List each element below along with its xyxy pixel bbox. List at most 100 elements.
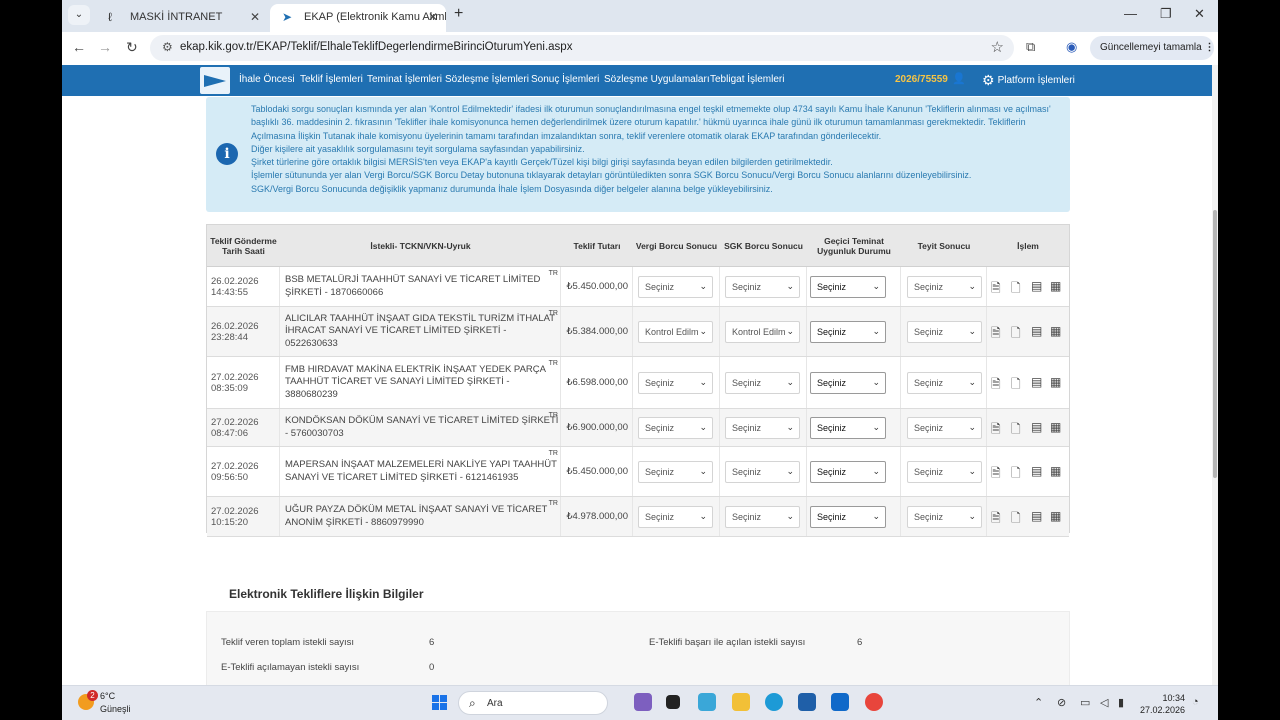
address-bar[interactable]: ⚙ ekap.kik.gov.tr/EKAP/Teklif/ElhaleTekl… (150, 35, 1014, 61)
file-explorer-icon[interactable] (732, 693, 750, 711)
debt-detail-icon[interactable]: ▦ (1050, 324, 1061, 338)
sgk-result-select[interactable]: Seçiniz ⌄ (725, 417, 800, 439)
task-view-icon[interactable] (666, 695, 680, 709)
menu-teminat-islemleri[interactable]: Teminat İşlemleri (367, 74, 442, 85)
edge-icon[interactable] (765, 693, 783, 711)
tab-search-button[interactable]: ⌄ (68, 5, 90, 25)
tab-ekap[interactable]: ➤ EKAP (Elektronik Kamu Alımları ✕ (270, 4, 446, 32)
close-icon[interactable]: ✕ (428, 10, 438, 24)
file-icon[interactable]: 🗋 (1011, 375, 1021, 396)
tab-maski[interactable]: ℓ MASKİ İNTRANET ✕ (96, 4, 268, 32)
display-icon[interactable]: ▭ (1080, 696, 1090, 709)
guarantee-select[interactable]: Seçiniz ⌄ (810, 276, 886, 298)
maximize-button[interactable]: ❐ (1160, 6, 1172, 22)
ekap-logo[interactable] (200, 67, 230, 94)
menu-ihale-oncesi[interactable]: İhale Öncesi (239, 74, 295, 85)
file-icon[interactable]: 🗋 (1011, 324, 1021, 345)
minimize-button[interactable]: — (1124, 6, 1137, 21)
store-icon[interactable] (798, 693, 816, 711)
battery-icon[interactable]: ▮ (1118, 696, 1124, 709)
widget-icon[interactable] (634, 693, 652, 711)
list-icon[interactable]: ▤ (1031, 279, 1042, 293)
menu-sonuc-islemleri[interactable]: Sonuç İşlemleri (531, 74, 599, 85)
list-icon[interactable]: ▤ (1031, 509, 1042, 523)
document-detail-icon[interactable]: 🗎 (991, 375, 1001, 396)
close-icon[interactable]: ✕ (250, 10, 260, 24)
back-button[interactable]: ← (72, 39, 86, 55)
menu-teklif-islemleri[interactable]: Teklif İşlemleri (300, 74, 363, 85)
sgk-result-select[interactable]: Kontrol Edilm ⌄ (725, 321, 800, 343)
guarantee-select[interactable]: Seçiniz ⌄ (810, 372, 886, 394)
debt-detail-icon[interactable]: ▦ (1050, 420, 1061, 434)
guarantee-select[interactable]: Seçiniz ⌄ (810, 461, 886, 483)
file-icon[interactable]: 🗋 (1011, 279, 1021, 300)
notification-icon[interactable]: ◔ (1192, 696, 1199, 708)
menu-sozlesme-islemleri[interactable]: Sözleşme İşlemleri (445, 74, 529, 85)
network-icon[interactable]: ⊘ (1057, 696, 1066, 709)
tab-strip: ⌄ ℓ MASKİ İNTRANET ✕ ➤ EKAP (Elektronik … (62, 0, 1218, 32)
weather-desc[interactable]: Güneşli (100, 704, 131, 714)
document-detail-icon[interactable]: 🗎 (991, 420, 1001, 441)
sgk-result-select[interactable]: Seçiniz ⌄ (725, 506, 800, 528)
confirm-select[interactable]: Seçiniz ⌄ (907, 372, 982, 394)
volume-icon[interactable]: ◁ (1100, 696, 1108, 709)
debt-detail-icon[interactable]: ▦ (1050, 279, 1061, 293)
tax-result-select[interactable]: Seçiniz ⌄ (638, 417, 713, 439)
tax-result-select[interactable]: Seçiniz ⌄ (638, 372, 713, 394)
temperature[interactable]: 6°C (100, 691, 115, 701)
sgk-result-select[interactable]: Seçiniz ⌄ (725, 372, 800, 394)
user-icon[interactable]: 👤 (952, 72, 966, 85)
file-icon[interactable]: 🗋 (1011, 509, 1021, 530)
file-icon[interactable]: 🗋 (1011, 420, 1021, 441)
debt-detail-icon[interactable]: ▦ (1050, 509, 1061, 523)
guarantee-select[interactable]: Seçiniz ⌄ (810, 321, 886, 343)
start-icon[interactable] (432, 695, 448, 711)
tax-result-select[interactable]: Kontrol Edilm ⌄ (638, 321, 713, 343)
list-icon[interactable]: ▤ (1031, 324, 1042, 338)
ikn-number[interactable]: 2026/75559 (895, 74, 948, 85)
document-detail-icon[interactable]: 🗎 (991, 324, 1001, 345)
clock[interactable]: 10:34 27.02.2026 (1130, 692, 1185, 716)
outlook-icon[interactable] (831, 693, 849, 711)
taskbar-search[interactable]: ⌕ Ara (458, 691, 608, 715)
list-icon[interactable]: ▤ (1031, 420, 1042, 434)
list-icon[interactable]: ▤ (1031, 464, 1042, 478)
sgk-result-select[interactable]: Seçiniz ⌄ (725, 276, 800, 298)
tax-result-select[interactable]: Seçiniz ⌄ (638, 276, 713, 298)
bookmark-star-icon[interactable]: ☆ (991, 38, 1004, 56)
profile-icon[interactable]: ◉ (1066, 39, 1077, 55)
copilot-icon[interactable] (698, 693, 716, 711)
confirm-select[interactable]: Seçiniz ⌄ (907, 321, 982, 343)
tax-result-select[interactable]: Seçiniz ⌄ (638, 461, 713, 483)
menu-sozlesme-uygulamalari[interactable]: Sözleşme Uygulamaları (604, 74, 710, 85)
file-icon[interactable]: 🗋 (1011, 464, 1021, 485)
confirm-select[interactable]: Seçiniz ⌄ (907, 417, 982, 439)
forward-button[interactable]: → (98, 39, 112, 55)
reload-button[interactable]: ↻ (126, 39, 138, 56)
confirm-select[interactable]: Seçiniz ⌄ (907, 276, 982, 298)
tax-result-select[interactable]: Seçiniz ⌄ (638, 506, 713, 528)
confirm-select[interactable]: Seçiniz ⌄ (907, 461, 982, 483)
page-scrollbar[interactable] (1212, 65, 1218, 685)
confirm-select[interactable]: Seçiniz ⌄ (907, 506, 982, 528)
document-detail-icon[interactable]: 🗎 (991, 279, 1001, 300)
menu-tebligat-islemleri[interactable]: Tebligat İşlemleri (710, 74, 784, 85)
info-paragraph: Tablodaki sorgu sonuçları kısmında yer a… (251, 104, 1051, 141)
sgk-result-select[interactable]: Seçiniz ⌄ (725, 461, 800, 483)
debt-detail-icon[interactable]: ▦ (1050, 464, 1061, 478)
debt-detail-icon[interactable]: ▦ (1050, 375, 1061, 389)
site-info-icon[interactable]: ⚙ (162, 40, 173, 54)
guarantee-select[interactable]: Seçiniz ⌄ (810, 506, 886, 528)
guarantee-select[interactable]: Seçiniz ⌄ (810, 417, 886, 439)
new-tab-button[interactable]: + (454, 5, 463, 23)
extensions-icon[interactable]: ⧉ (1026, 39, 1035, 55)
document-detail-icon[interactable]: 🗎 (991, 464, 1001, 485)
update-button[interactable]: Güncellemeyi tamamla ⋮ (1090, 36, 1215, 60)
list-icon[interactable]: ▤ (1031, 375, 1042, 389)
document-detail-icon[interactable]: 🗎 (991, 509, 1001, 530)
platform-menu[interactable]: ⚙ Platform İşlemleri (982, 72, 1075, 89)
scroll-thumb[interactable] (1213, 210, 1217, 478)
tray-chevron-icon[interactable]: ⌃ (1034, 696, 1043, 709)
close-window-button[interactable]: ✕ (1194, 6, 1205, 22)
chrome-icon[interactable] (865, 693, 883, 711)
